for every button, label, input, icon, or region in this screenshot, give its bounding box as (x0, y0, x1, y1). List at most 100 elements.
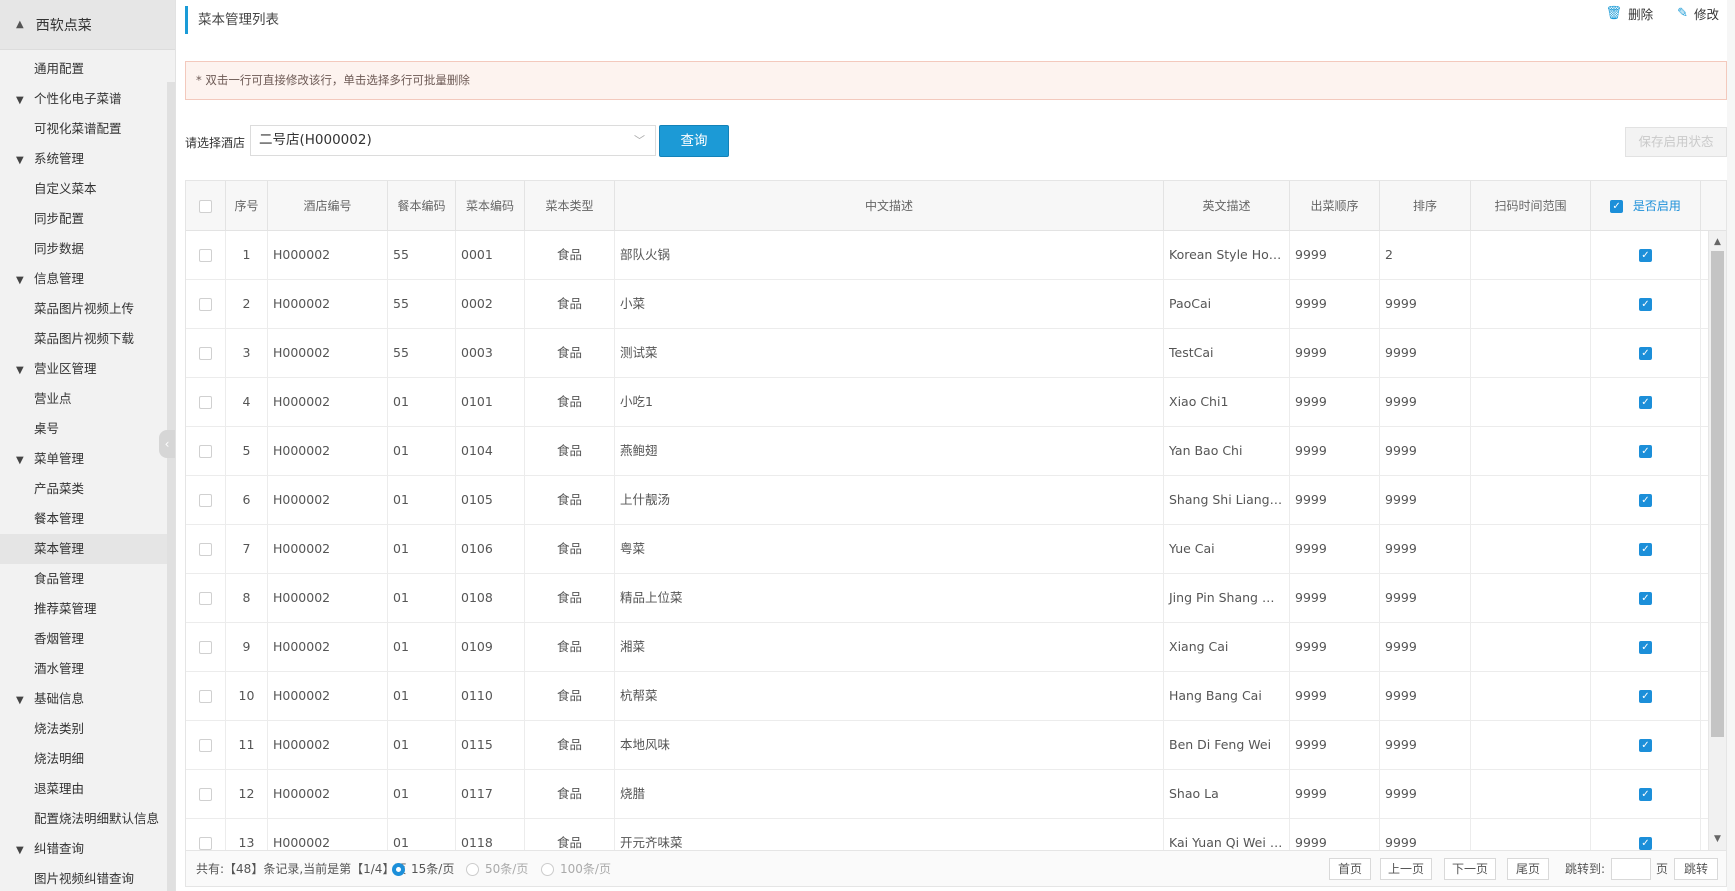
prev-page-button[interactable]: 上一页 (1380, 858, 1432, 880)
sidebar-item[interactable]: 菜品图片视频上传 (0, 294, 167, 324)
scroll-up-icon[interactable]: ▲ (1709, 235, 1726, 249)
sidebar-group[interactable]: ▼ 个性化电子菜谱 (0, 84, 167, 114)
enabled-cell[interactable]: ✓ (1591, 721, 1701, 769)
sidebar-scrollbar[interactable] (167, 82, 175, 891)
row-enabled-checkbox[interactable]: ✓ (1639, 494, 1652, 507)
enabled-cell[interactable]: ✓ (1591, 819, 1701, 850)
table-row[interactable]: 3 H000002 55 0003 食品 测试菜 TestCai 9999 9999 ✓ (186, 329, 1726, 378)
row-enabled-checkbox[interactable]: ✓ (1639, 396, 1652, 409)
sidebar-item[interactable]: 烧法明细 (0, 744, 167, 774)
col-header-enabled[interactable]: ✓ 是否启用 (1591, 181, 1701, 230)
row-checkbox-cell[interactable] (186, 623, 226, 671)
delete-button[interactable]: 🗑 删除 (1606, 4, 1654, 23)
sidebar-item[interactable]: 桌号 (0, 414, 167, 444)
sidebar-item[interactable]: 自定义菜本 (0, 174, 167, 204)
row-checkbox-cell[interactable] (186, 280, 226, 328)
sidebar-item[interactable]: 通用配置 (0, 54, 167, 84)
sidebar-item[interactable]: 餐本管理 (0, 504, 167, 534)
row-enabled-checkbox[interactable]: ✓ (1639, 837, 1652, 850)
sidebar-item[interactable]: 香烟管理 (0, 624, 167, 654)
table-row[interactable]: 2 H000002 55 0002 食品 小菜 PaoCai 9999 9999 ✓ (186, 280, 1726, 329)
enabled-cell[interactable]: ✓ (1591, 525, 1701, 573)
table-row[interactable]: 7 H000002 01 0106 食品 粤菜 Yue Cai 9999 9999 ✓ (186, 525, 1726, 574)
sidebar-item[interactable]: 酒水管理 (0, 654, 167, 684)
row-checkbox-cell[interactable] (186, 770, 226, 818)
row-select-checkbox[interactable] (199, 543, 212, 556)
sidebar-item[interactable]: 可视化菜谱配置 (0, 114, 167, 144)
sidebar-item[interactable]: 食品管理 (0, 564, 167, 594)
row-enabled-checkbox[interactable]: ✓ (1639, 543, 1652, 556)
row-select-checkbox[interactable] (199, 298, 212, 311)
row-select-checkbox[interactable] (199, 837, 212, 850)
enabled-cell[interactable]: ✓ (1591, 476, 1701, 524)
last-page-button[interactable]: 尾页 (1507, 858, 1549, 880)
row-checkbox-cell[interactable] (186, 819, 226, 850)
enabled-cell[interactable]: ✓ (1591, 378, 1701, 426)
next-page-button[interactable]: 下一页 (1444, 858, 1496, 880)
row-select-checkbox[interactable] (199, 249, 212, 262)
row-checkbox-cell[interactable] (186, 721, 226, 769)
select-all-checkbox[interactable] (199, 200, 212, 213)
row-checkbox-cell[interactable] (186, 574, 226, 622)
enabled-cell[interactable]: ✓ (1591, 672, 1701, 720)
sidebar-group[interactable]: ▼ 信息管理 (0, 264, 167, 294)
row-select-checkbox[interactable] (199, 445, 212, 458)
select-all-checkbox-cell[interactable] (186, 181, 226, 230)
scroll-thumb[interactable] (1711, 251, 1724, 737)
scroll-down-icon[interactable]: ▼ (1709, 832, 1726, 846)
row-enabled-checkbox[interactable]: ✓ (1639, 739, 1652, 752)
row-checkbox-cell[interactable] (186, 231, 226, 279)
sidebar-item[interactable]: 退菜理由 (0, 774, 167, 804)
row-select-checkbox[interactable] (199, 592, 212, 605)
row-select-checkbox[interactable] (199, 396, 212, 409)
jump-page-input[interactable] (1611, 858, 1651, 880)
enabled-cell[interactable]: ✓ (1591, 280, 1701, 328)
table-row[interactable]: 5 H000002 01 0104 食品 燕鲍翅 Yan Bao Chi 9999 9999 ✓ (186, 427, 1726, 476)
row-enabled-checkbox[interactable]: ✓ (1639, 690, 1652, 703)
sidebar-item[interactable]: 同步配置 (0, 204, 167, 234)
sidebar-group[interactable]: ▼ 营业区管理 (0, 354, 167, 384)
row-checkbox-cell[interactable] (186, 525, 226, 573)
table-row[interactable]: 4 H000002 01 0101 食品 小吃1 Xiao Chi1 9999 9999 ✓ (186, 378, 1726, 427)
edit-button[interactable]: ✎ 修改 (1677, 4, 1719, 23)
save-enable-status-button[interactable]: 保存启用状态 (1625, 127, 1727, 157)
sidebar-item[interactable]: 产品菜类 (0, 474, 167, 504)
row-select-checkbox[interactable] (199, 347, 212, 360)
sidebar-item[interactable]: 菜品图片视频下载 (0, 324, 167, 354)
sidebar-item[interactable]: 烧法类别 (0, 714, 167, 744)
window-scrollbar[interactable] (1727, 0, 1735, 891)
table-scrollbar[interactable]: ▲ ▼ (1708, 231, 1726, 850)
row-select-checkbox[interactable] (199, 690, 212, 703)
enabled-cell[interactable]: ✓ (1591, 427, 1701, 475)
row-enabled-checkbox[interactable]: ✓ (1639, 641, 1652, 654)
row-enabled-checkbox[interactable]: ✓ (1639, 445, 1652, 458)
sidebar-group[interactable]: ▼ 基础信息 (0, 684, 167, 714)
first-page-button[interactable]: 首页 (1329, 858, 1371, 880)
query-button[interactable]: 查询 (659, 125, 729, 157)
table-row[interactable]: 6 H000002 01 0105 食品 上什靓汤 Shang Shi Liang Tang… (186, 476, 1726, 525)
enabled-cell[interactable]: ✓ (1591, 623, 1701, 671)
row-select-checkbox[interactable] (199, 494, 212, 507)
enabled-cell[interactable]: ✓ (1591, 329, 1701, 377)
table-row[interactable]: 12 H000002 01 0117 食品 烧腊 Shao La 9999 9999 ✓ (186, 770, 1726, 819)
row-select-checkbox[interactable] (199, 739, 212, 752)
sidebar-item[interactable]: 同步数据 (0, 234, 167, 264)
row-enabled-checkbox[interactable]: ✓ (1639, 298, 1652, 311)
row-checkbox-cell[interactable] (186, 378, 226, 426)
enabled-cell[interactable]: ✓ (1591, 574, 1701, 622)
sidebar-collapse-toggle[interactable]: ‹ (159, 430, 175, 458)
row-checkbox-cell[interactable] (186, 329, 226, 377)
sidebar-item[interactable]: 推荐菜管理 (0, 594, 167, 624)
page-size-15-radio[interactable]: 15条/页 (392, 851, 454, 887)
sidebar-item[interactable]: 菜本管理 (0, 534, 167, 564)
enabled-cell[interactable]: ✓ (1591, 231, 1701, 279)
jump-button[interactable]: 跳转 (1674, 858, 1718, 880)
row-enabled-checkbox[interactable]: ✓ (1639, 347, 1652, 360)
row-enabled-checkbox[interactable]: ✓ (1639, 788, 1652, 801)
sidebar-group[interactable]: ▼ 菜单管理 (0, 444, 167, 474)
sidebar-group[interactable]: ▼ 纠错查询 (0, 834, 167, 864)
sidebar-group[interactable]: ▼ 系统管理 (0, 144, 167, 174)
row-checkbox-cell[interactable] (186, 476, 226, 524)
table-row[interactable]: 13 H000002 01 0118 食品 开元齐味菜 Kai Yuan Qi Wei Ca… (186, 819, 1726, 850)
row-checkbox-cell[interactable] (186, 427, 226, 475)
